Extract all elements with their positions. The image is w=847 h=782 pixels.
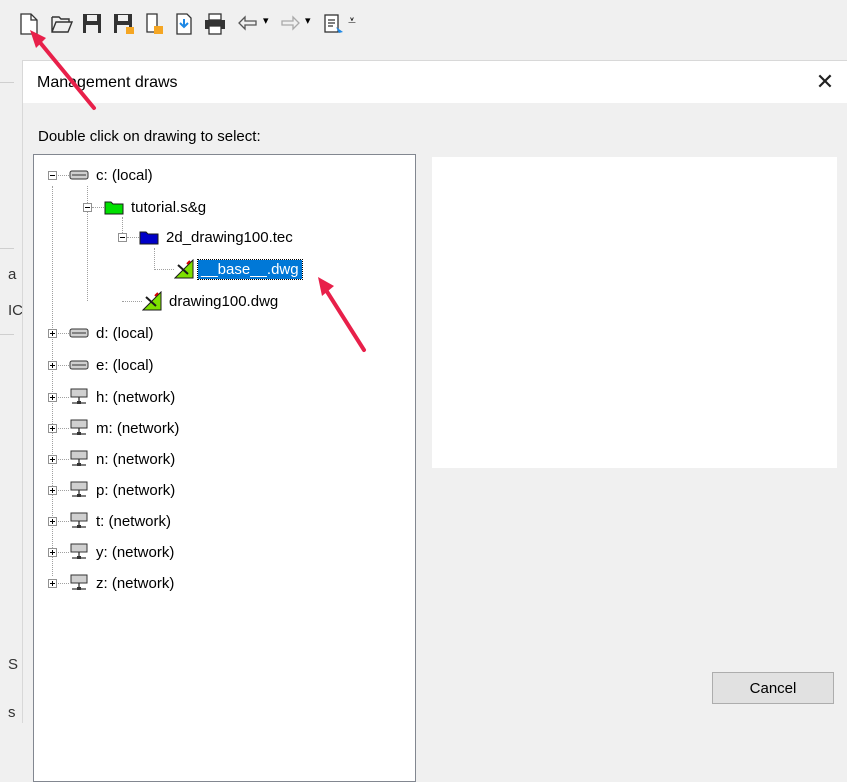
tree-connector <box>58 397 69 398</box>
undo-icon[interactable] <box>236 12 260 36</box>
tree-connector <box>58 365 69 366</box>
tree-connector <box>58 521 69 522</box>
save-icon[interactable] <box>81 12 103 36</box>
tree-connector <box>58 459 69 460</box>
toolbar: ▾ ▾ ⩡ <box>0 0 847 44</box>
tree-connector <box>58 175 69 176</box>
collapse-icon[interactable] <box>118 233 127 242</box>
drawing-tree[interactable]: c: (local) tutorial.s&g 2d_drawing100.te… <box>33 154 416 782</box>
tree-connector <box>154 269 174 270</box>
dialog-titlebar: Management draws ✕ <box>23 61 847 103</box>
divider <box>0 248 14 249</box>
divider <box>0 82 14 83</box>
management-draws-dialog: Management draws ✕ Double click on drawi… <box>22 60 847 782</box>
tree-node-label: p: (network) <box>96 481 176 499</box>
drawing-preview <box>432 157 837 468</box>
background-text: IC <box>8 302 23 319</box>
folder-icon <box>139 231 159 245</box>
drawing-icon <box>142 291 162 311</box>
expand-icon[interactable] <box>48 548 57 557</box>
local-drive-icon <box>69 328 89 338</box>
expand-icon[interactable] <box>48 517 57 526</box>
tree-node-m-drive[interactable]: m: (network) <box>69 415 182 441</box>
tree-node-label: e: (local) <box>96 356 154 374</box>
background-text: a <box>8 266 17 283</box>
background-app: a IC S s <box>0 44 23 722</box>
tree-connector <box>58 552 69 553</box>
tree-connector <box>122 301 142 302</box>
tree-connector <box>127 237 139 238</box>
expand-icon[interactable] <box>48 424 57 433</box>
instruction-text: Double click on drawing to select: <box>38 128 261 145</box>
tree-node-drawing100[interactable]: drawing100.dwg <box>142 288 281 314</box>
network-drive-icon <box>70 450 88 466</box>
expand-icon[interactable] <box>48 486 57 495</box>
tree-node-2d-drawing[interactable]: 2d_drawing100.tec <box>139 224 296 250</box>
expand-icon[interactable] <box>48 329 57 338</box>
cancel-button[interactable]: Cancel <box>712 672 834 704</box>
tree-node-d-drive[interactable]: d: (local) <box>69 320 157 346</box>
tree-node-label: 2d_drawing100.tec <box>166 228 293 246</box>
tree-node-label: t: (network) <box>96 512 172 530</box>
tree-node-label: z: (network) <box>96 574 175 592</box>
network-drive-icon <box>70 388 88 404</box>
divider <box>0 334 14 335</box>
print-icon[interactable] <box>203 12 227 36</box>
new-icon[interactable] <box>18 12 40 36</box>
tree-node-base-dwg[interactable]: __base__.dwg <box>174 256 303 282</box>
expand-icon[interactable] <box>48 393 57 402</box>
tree-node-tutorial[interactable]: tutorial.s&g <box>104 194 209 220</box>
open-icon[interactable] <box>50 12 74 36</box>
tree-node-y-drive[interactable]: y: (network) <box>69 539 177 565</box>
tree-node-label-selected: __base__.dwg <box>197 258 303 280</box>
collapse-icon[interactable] <box>48 171 57 180</box>
tree-node-z-drive[interactable]: z: (network) <box>69 570 177 596</box>
undo-dropdown-icon[interactable]: ▾ <box>263 14 269 27</box>
local-drive-icon <box>69 170 89 180</box>
overflow-icon[interactable]: ⩡ <box>348 12 356 29</box>
dialog-title: Management draws <box>37 74 178 91</box>
close-icon[interactable]: ✕ <box>802 61 847 103</box>
tree-node-t-drive[interactable]: t: (network) <box>69 508 174 534</box>
tree-connector <box>92 207 104 208</box>
background-text: s <box>8 704 16 721</box>
tree-node-label: h: (network) <box>96 388 176 406</box>
tree-node-label: c: (local) <box>96 166 153 184</box>
expand-icon[interactable] <box>48 455 57 464</box>
network-drive-icon <box>70 543 88 559</box>
folder-icon <box>104 201 124 215</box>
expand-icon[interactable] <box>48 361 57 370</box>
tree-node-label: drawing100.dwg <box>169 292 279 310</box>
tree-connector <box>154 248 155 270</box>
import-icon[interactable] <box>173 12 195 36</box>
save-as-icon[interactable] <box>112 12 136 36</box>
network-drive-icon <box>70 419 88 435</box>
collapse-icon[interactable] <box>83 203 92 212</box>
network-drive-icon <box>70 574 88 590</box>
network-drive-icon <box>70 512 88 528</box>
tree-node-c-drive[interactable]: c: (local) <box>69 162 156 188</box>
local-drive-icon <box>69 360 89 370</box>
tree-connector <box>58 583 69 584</box>
tree-node-p-drive[interactable]: p: (network) <box>69 477 178 503</box>
tree-node-label: y: (network) <box>96 543 175 561</box>
tree-node-label: m: (network) <box>96 419 180 437</box>
tree-node-label: d: (local) <box>96 324 154 342</box>
tree-connector <box>58 490 69 491</box>
tree-connector <box>58 333 69 334</box>
export-icon[interactable] <box>143 12 165 36</box>
properties-icon[interactable] <box>322 12 346 36</box>
tree-node-h-drive[interactable]: h: (network) <box>69 384 178 410</box>
tree-node-e-drive[interactable]: e: (local) <box>69 352 157 378</box>
network-drive-icon <box>70 481 88 497</box>
redo-dropdown-icon[interactable]: ▾ <box>305 14 311 27</box>
tree-node-n-drive[interactable]: n: (network) <box>69 446 178 472</box>
tree-node-label: n: (network) <box>96 450 176 468</box>
tree-connector <box>58 428 69 429</box>
tree-node-label: tutorial.s&g <box>131 198 207 216</box>
expand-icon[interactable] <box>48 579 57 588</box>
background-text: S <box>8 656 19 673</box>
redo-icon[interactable] <box>278 12 302 36</box>
drawing-icon <box>174 259 194 279</box>
